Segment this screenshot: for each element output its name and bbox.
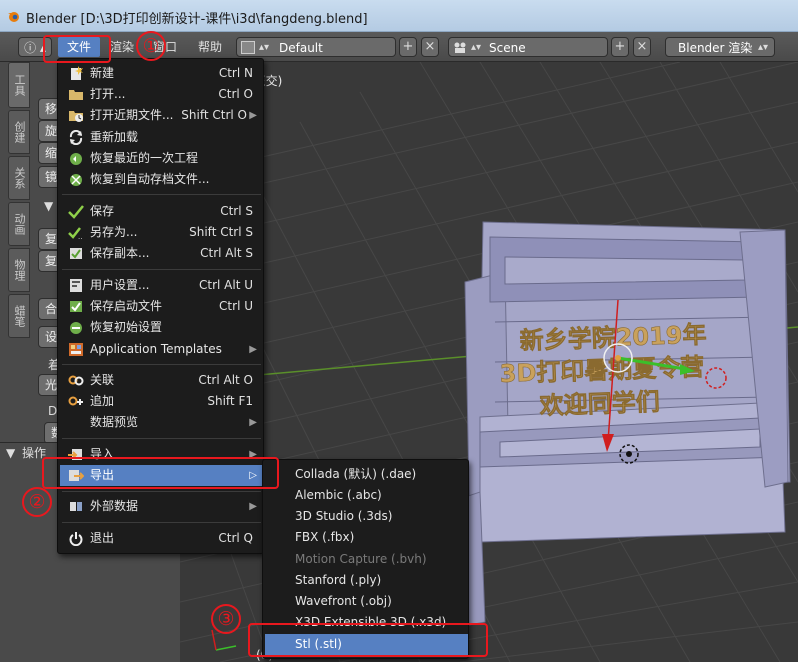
factory-settings-icon xyxy=(70,322,82,334)
recover-auto-icon xyxy=(70,174,82,186)
submenu-arrow-icon: ▶ xyxy=(249,110,257,121)
file-menu-user-preferences[interactable]: 用户设置... Ctrl Alt U xyxy=(60,275,263,296)
file-menu-revert[interactable]: 重新加载 xyxy=(60,127,263,148)
scene-icon xyxy=(454,42,466,53)
annotation-box-stl xyxy=(248,623,488,657)
export-obj[interactable]: Wavefront (.obj) xyxy=(265,591,468,612)
reload-icon xyxy=(69,130,83,145)
remove-scene-button[interactable]: × xyxy=(633,37,651,57)
light-center-icon xyxy=(626,451,632,457)
annotation-step-3: ③ xyxy=(211,604,241,634)
preferences-icon xyxy=(70,279,82,292)
link-icon xyxy=(68,375,84,386)
recent-files-icon xyxy=(69,111,83,122)
save-copy-icon xyxy=(70,248,82,259)
render-engine-selector[interactable]: Blender 渲染 ▴▾ xyxy=(665,37,775,57)
tab-tools[interactable]: 工具 xyxy=(8,62,30,108)
plus-icon: + xyxy=(402,39,414,54)
window-titlebar: Blender [D:\3D打印创新设计-课件\i3d\fangdeng.ble… xyxy=(0,0,798,32)
save-as-icon: .. xyxy=(68,227,82,240)
file-menu-data-previews[interactable]: 数据预览 ▶ xyxy=(60,412,263,433)
file-menu-save-startup[interactable]: 保存启动文件 Ctrl U xyxy=(60,296,263,317)
append-icon xyxy=(68,396,83,406)
stool-model[interactable] xyxy=(449,221,791,628)
panel-collapse-arrow-icon[interactable]: ▼ xyxy=(44,199,53,213)
window-title: Blender [D:\3D打印创新设计-课件\i3d\fangdeng.ble… xyxy=(26,12,368,27)
scene-name: Scene xyxy=(489,41,526,55)
annotation-step-1: ① xyxy=(136,31,166,61)
export-ply[interactable]: Stanford (.ply) xyxy=(265,570,468,591)
file-menu-application-templates[interactable]: Application Templates ▶ xyxy=(60,339,263,360)
export-3ds[interactable]: 3D Studio (.3ds) xyxy=(265,506,468,527)
export-fbx[interactable]: FBX (.fbx) xyxy=(265,527,468,548)
updown-arrow-icon: ▴▾ xyxy=(757,42,768,53)
menu-separator xyxy=(62,364,261,365)
export-alembic[interactable]: Alembic (.abc) xyxy=(265,485,468,506)
plus-icon: + xyxy=(614,39,626,54)
tab-relations[interactable]: 关系 xyxy=(8,156,30,200)
tab-grease-pencil[interactable]: 蜡笔 xyxy=(8,294,30,338)
new-file-icon xyxy=(71,66,83,80)
folder-open-icon xyxy=(69,90,83,100)
menu-separator xyxy=(62,269,261,270)
file-menu-external-data[interactable]: 外部数据 ▶ xyxy=(60,496,263,517)
updown-arrow-icon: ▴▾ xyxy=(259,42,270,53)
file-menu-load-factory-settings[interactable]: 恢复初始设置 xyxy=(60,317,263,338)
add-layout-button[interactable]: + xyxy=(399,37,417,57)
quit-power-icon xyxy=(69,532,83,546)
object-origin-icon xyxy=(615,355,621,361)
submenu-arrow-icon: ▶ xyxy=(249,417,257,428)
templates-icon xyxy=(69,343,83,356)
file-menu-link[interactable]: 关联 Ctrl Alt O xyxy=(60,370,263,391)
export-bvh: Motion Capture (.bvh) xyxy=(295,552,427,566)
panel-collapse-arrow-icon: ▼ xyxy=(6,446,16,460)
annotation-step-2: ② xyxy=(22,487,52,517)
add-scene-button[interactable]: + xyxy=(611,37,629,57)
save-startup-icon xyxy=(70,301,82,312)
layout-grid-icon xyxy=(241,41,255,54)
file-menu-open-recent[interactable]: 打开近期文件... Shift Ctrl O ▶ xyxy=(60,105,263,126)
file-menu-recover-last[interactable]: 恢复最近的一次工程 xyxy=(60,148,263,169)
file-menu-save-copy[interactable]: 保存副本... Ctrl Alt S xyxy=(60,243,263,264)
screen-layout-name: Default xyxy=(279,41,323,55)
blender-logo-icon xyxy=(8,12,19,22)
file-menu-save-as[interactable]: .. 另存为... Shift Ctrl S xyxy=(60,222,263,243)
tab-create[interactable]: 创建 xyxy=(8,110,30,154)
menu-separator xyxy=(62,438,261,439)
menu-separator xyxy=(62,491,261,492)
close-icon: × xyxy=(636,39,648,54)
render-engine-name: Blender 渲染 xyxy=(678,41,753,55)
updown-arrow-icon: ▴▾ xyxy=(471,42,482,53)
file-menu-open[interactable]: 打开... Ctrl O xyxy=(60,84,263,105)
submenu-arrow-icon: ▶ xyxy=(249,344,257,355)
model-text-line-3: 欢迎同学们 xyxy=(538,388,660,420)
export-collada[interactable]: Collada (默认) (.dae) xyxy=(265,464,468,485)
close-icon: × xyxy=(424,39,436,54)
annotation-box-file-menu xyxy=(43,35,111,63)
screen-layout-selector[interactable]: ▴▾ Default xyxy=(236,37,396,57)
file-menu-append[interactable]: 追加 Shift F1 xyxy=(60,391,263,412)
tab-physics[interactable]: 物理 xyxy=(8,248,30,292)
file-menu-new[interactable]: 新建 Ctrl N xyxy=(60,63,263,84)
annotation-box-export xyxy=(42,457,279,489)
submenu-arrow-icon: ▶ xyxy=(249,501,257,512)
tab-animation[interactable]: 动画 xyxy=(8,202,30,246)
remove-layout-button[interactable]: × xyxy=(421,37,439,57)
external-data-icon xyxy=(70,502,82,511)
scene-selector[interactable]: ▴▾ Scene xyxy=(448,37,608,57)
menu-separator xyxy=(62,522,261,523)
save-check-icon xyxy=(68,205,84,219)
file-menu-recover-auto-save[interactable]: 恢复到自动存档文件... xyxy=(60,169,263,190)
recover-last-icon xyxy=(70,153,82,165)
file-menu-quit[interactable]: 退出 Ctrl Q xyxy=(60,528,263,549)
file-menu-save[interactable]: 保存 Ctrl S xyxy=(60,201,263,222)
tool-shelf-tabs: 工具 创建 关系 动画 物理 蜡笔 xyxy=(8,62,30,362)
menu-help[interactable]: 帮助 xyxy=(198,37,228,57)
menu-separator xyxy=(62,194,261,195)
svg-text:..: .. xyxy=(78,233,82,240)
